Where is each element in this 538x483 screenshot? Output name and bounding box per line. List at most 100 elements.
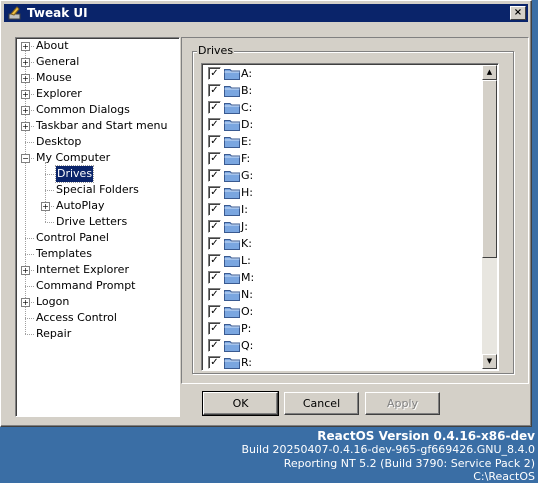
expand-plus-icon[interactable]: + [21, 106, 30, 115]
scroll-thumb[interactable] [482, 80, 497, 258]
tree-item[interactable]: Drive Letters [16, 214, 176, 230]
tree-connector [45, 174, 54, 175]
drive-list-item[interactable]: ✓ E: [208, 133, 252, 149]
expand-plus-icon[interactable]: + [21, 266, 30, 275]
drive-checkbox[interactable]: ✓ [208, 253, 221, 267]
drive-checkbox[interactable]: ✓ [208, 151, 221, 165]
drive-checkbox[interactable]: ✓ [208, 83, 221, 97]
drive-checkbox[interactable]: ✓ [208, 202, 221, 216]
drive-checkbox[interactable]: ✓ [208, 100, 221, 114]
drive-checkbox[interactable]: ✓ [208, 304, 221, 318]
tree-item[interactable]: Control Panel [16, 230, 176, 246]
settings-tree[interactable]: + About + General + Mouse + Explorer + Common Dia… [15, 37, 180, 417]
tree-item-label: Explorer [36, 87, 82, 100]
checkmark-icon: ✓ [210, 339, 219, 351]
drive-list-item[interactable]: ✓ D: [208, 116, 253, 132]
checkmark-icon: ✓ [210, 220, 219, 232]
checkmark-icon: ✓ [210, 135, 219, 147]
drive-checkbox[interactable]: ✓ [208, 185, 221, 199]
tree-item-label: My Computer [36, 151, 111, 164]
expand-plus-icon[interactable]: + [21, 90, 30, 99]
drive-label: E: [241, 134, 252, 148]
drive-checkbox[interactable]: ✓ [208, 321, 221, 335]
expand-plus-icon[interactable]: + [21, 42, 30, 51]
drive-list-item[interactable]: ✓ R: [208, 354, 252, 370]
folder-icon [224, 67, 240, 80]
vertical-scrollbar[interactable]: ▲ ▼ [482, 65, 497, 369]
tree-item[interactable]: + Explorer [16, 86, 176, 102]
drive-list-item[interactable]: ✓ N: [208, 286, 253, 302]
tree-item-label: Internet Explorer [36, 263, 129, 276]
apply-button[interactable]: Apply [365, 392, 440, 415]
tree-item-label: AutoPlay [56, 199, 105, 212]
expand-plus-icon[interactable]: + [21, 58, 30, 67]
tree-item[interactable]: + Mouse [16, 70, 176, 86]
checkmark-icon: ✓ [210, 254, 219, 266]
drive-list-item[interactable]: ✓ C: [208, 99, 252, 115]
tree-item[interactable]: + Common Dialogs [16, 102, 176, 118]
tree-item[interactable]: + Taskbar and Start menu [16, 118, 176, 134]
drive-list-item[interactable]: ✓ K: [208, 235, 252, 251]
drive-checkbox[interactable]: ✓ [208, 66, 221, 80]
checkmark-icon: ✓ [210, 237, 219, 249]
build-text: Build 20250407-0.4.16-dev-965-gf669426.G… [241, 443, 535, 456]
drives-listbox[interactable]: ✓ A: ✓ B: ✓ C: ✓ D: ✓ E: ✓ F: ✓ G: ✓ H: ✓ I: ✓ J: ✓ K: ✓ L: ✓ M: ✓… [201, 63, 499, 371]
tree-item[interactable]: + AutoPlay [16, 198, 176, 214]
drive-checkbox[interactable]: ✓ [208, 134, 221, 148]
close-button[interactable]: × [510, 6, 526, 20]
drive-list-item[interactable]: ✓ F: [208, 150, 250, 166]
expand-plus-icon[interactable]: + [21, 74, 30, 83]
drive-label: A: [241, 66, 253, 80]
checkmark-icon: ✓ [210, 152, 219, 164]
tree-item[interactable]: + About [16, 38, 176, 54]
drive-label: D: [241, 117, 254, 131]
tree-item[interactable]: Desktop [16, 134, 176, 150]
tree-connector [25, 334, 34, 335]
title-bar[interactable]: Tweak UI × [4, 4, 528, 22]
tree-item[interactable]: + Logon [16, 294, 176, 310]
drive-list-item[interactable]: ✓ J: [208, 218, 248, 234]
drive-checkbox[interactable]: ✓ [208, 117, 221, 131]
tree-item[interactable]: Special Folders [16, 182, 176, 198]
tree-item[interactable]: Drives [16, 165, 176, 183]
tree-item[interactable]: Repair [16, 326, 176, 342]
drive-list-item[interactable]: ✓ Q: [208, 337, 253, 353]
expand-plus-icon[interactable]: + [21, 298, 30, 307]
tree-item[interactable]: Access Control [16, 310, 176, 326]
tree-item[interactable]: Templates [16, 246, 176, 262]
drive-checkbox[interactable]: ✓ [208, 219, 221, 233]
checkmark-icon: ✓ [210, 305, 219, 317]
drive-list-item[interactable]: ✓ P: [208, 320, 251, 336]
drive-label: C: [241, 100, 253, 114]
scroll-down-button[interactable]: ▼ [482, 354, 497, 369]
drive-list-item[interactable]: ✓ G: [208, 167, 253, 183]
collapse-minus-icon[interactable]: − [21, 154, 30, 163]
drive-list-item[interactable]: ✓ O: [208, 303, 253, 319]
expand-plus-icon[interactable]: + [41, 202, 50, 211]
drive-checkbox[interactable]: ✓ [208, 338, 221, 352]
drive-checkbox[interactable]: ✓ [208, 236, 221, 250]
tree-connector [25, 318, 34, 319]
tree-item[interactable]: Command Prompt [16, 278, 176, 294]
tree-item-label: Command Prompt [36, 279, 136, 292]
cancel-button[interactable]: Cancel [284, 392, 359, 415]
drive-checkbox[interactable]: ✓ [208, 355, 221, 369]
drive-label: R: [241, 355, 253, 369]
drive-list-item[interactable]: ✓ I: [208, 201, 248, 217]
tree-item[interactable]: − My Computer [16, 150, 176, 166]
drive-list-item[interactable]: ✓ M: [208, 269, 254, 285]
tree-item[interactable]: + Internet Explorer [16, 262, 176, 278]
drive-list-item[interactable]: ✓ L: [208, 252, 251, 268]
tree-item-label: Drives [54, 165, 95, 183]
drive-list-item[interactable]: ✓ H: [208, 184, 253, 200]
drive-checkbox[interactable]: ✓ [208, 270, 221, 284]
ok-button[interactable]: OK [202, 391, 279, 416]
tree-item[interactable]: + General [16, 54, 176, 70]
drive-list-item[interactable]: ✓ B: [208, 82, 252, 98]
scroll-up-button[interactable]: ▲ [482, 65, 497, 80]
checkmark-icon: ✓ [210, 322, 219, 334]
drive-checkbox[interactable]: ✓ [208, 287, 221, 301]
expand-plus-icon[interactable]: + [21, 122, 30, 131]
drive-list-item[interactable]: ✓ A: [208, 65, 252, 81]
drive-checkbox[interactable]: ✓ [208, 168, 221, 182]
